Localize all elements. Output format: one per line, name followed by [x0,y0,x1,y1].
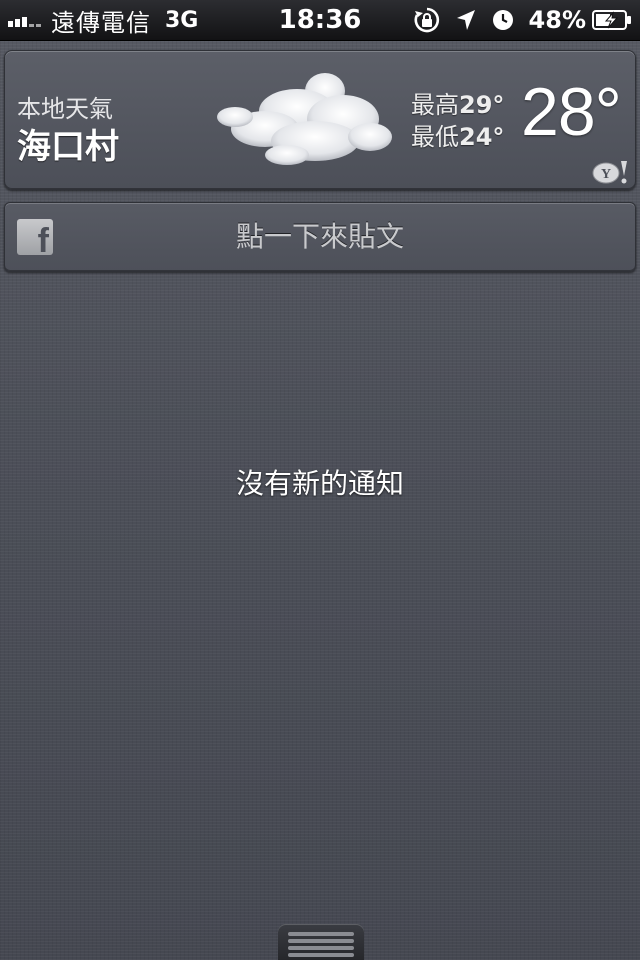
battery-charging-icon [592,9,632,31]
status-bar-right: 48% [399,0,632,40]
facebook-post-widget[interactable]: f 點一下來貼文 [4,202,636,272]
rotation-lock-icon [413,6,441,34]
cloud-icon [205,59,405,183]
weather-city: 海口村 [17,127,119,167]
facebook-post-prompt: 點一下來貼文 [235,220,404,253]
weather-high: 最高29° [411,89,504,121]
low-label: 最低 [411,123,459,151]
notification-center-grabber[interactable] [278,924,364,960]
no-notifications-message: 沒有新的通知 [235,467,404,500]
low-value: 24° [459,123,505,151]
location-arrow-icon [455,8,477,32]
weather-widget[interactable]: 本地天氣 海口村 最高29° 最低24° 28° Y [4,50,636,190]
weather-current-temp: 28° [521,74,622,150]
high-value: 29° [459,91,505,119]
status-bar: 遠傳電信 3G 18:36 48% [0,0,640,41]
weather-low: 最低24° [411,121,504,153]
high-label: 最高 [411,91,459,119]
svg-text:Y: Y [601,167,611,182]
yahoo-logo-icon: Y [591,159,629,185]
battery-percent: 48% [528,6,586,34]
weather-high-low: 最高29° 最低24° [411,89,504,153]
alarm-clock-icon [491,8,515,32]
